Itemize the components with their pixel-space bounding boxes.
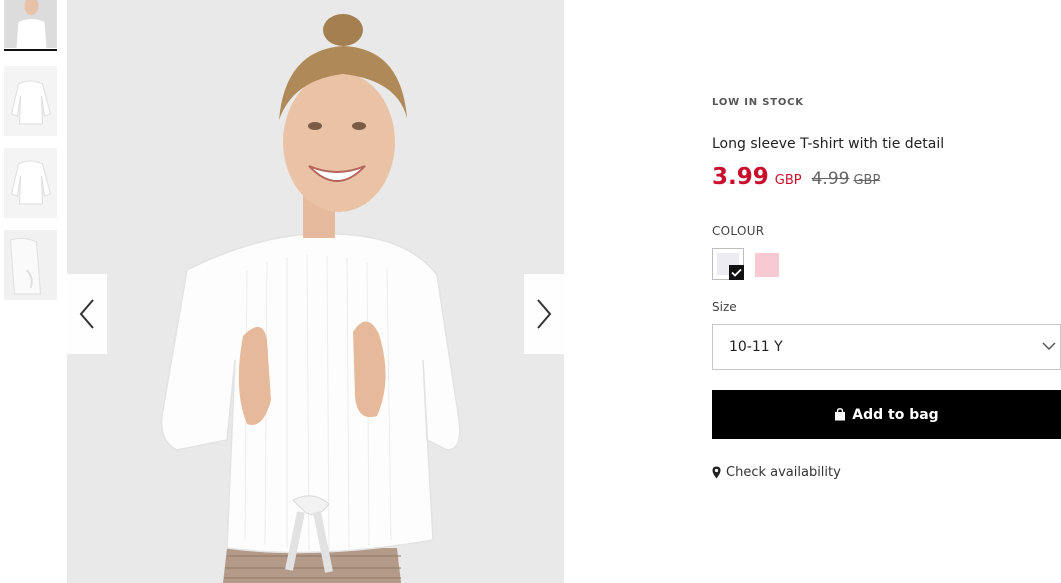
thumbnail-image-shirt-front <box>4 66 57 136</box>
chevron-left-icon <box>79 299 94 329</box>
thumbnail-3[interactable] <box>4 148 57 218</box>
thumbnail-1[interactable] <box>4 0 57 48</box>
stock-status: LOW IN STOCK <box>712 97 804 108</box>
colour-swatch-white[interactable] <box>712 248 744 280</box>
colour-swatch-pink[interactable] <box>755 253 779 277</box>
size-selected-value: 10-11 Y <box>729 339 783 355</box>
check-availability-link[interactable]: Check availability <box>712 465 841 480</box>
thumbnail-image-detail <box>4 230 57 300</box>
thumbnail-image-model <box>4 0 57 48</box>
product-photo <box>67 0 564 583</box>
size-select[interactable]: 10-11 Y <box>712 324 1061 370</box>
map-pin-icon <box>712 466 721 479</box>
current-price-currency: GBP <box>774 173 802 188</box>
product-title: Long sleeve T-shirt with tie detail <box>712 136 945 152</box>
previous-image-button[interactable] <box>67 274 107 354</box>
size-label: Size <box>712 300 737 314</box>
original-price: 4.99 <box>811 169 850 189</box>
check-availability-label: Check availability <box>726 465 841 480</box>
thumbnail-4[interactable] <box>4 230 57 300</box>
check-icon <box>729 265 744 280</box>
chevron-right-icon <box>537 299 552 329</box>
add-to-bag-label: Add to bag <box>852 406 939 423</box>
chevron-down-icon <box>1042 342 1056 351</box>
thumbnail-image-shirt-back <box>4 148 57 218</box>
add-to-bag-button[interactable]: Add to bag <box>712 390 1061 439</box>
active-thumbnail-indicator <box>4 49 57 51</box>
main-product-image <box>67 0 564 583</box>
next-image-button[interactable] <box>524 274 564 354</box>
colour-label: COLOUR <box>712 224 765 238</box>
price-row: 3.99 GBP 4.99 GBP <box>712 164 880 190</box>
original-price-currency: GBP <box>853 173 881 188</box>
thumbnail-2[interactable] <box>4 66 57 136</box>
current-price: 3.99 <box>712 164 769 190</box>
shopping-bag-icon <box>834 408 846 421</box>
